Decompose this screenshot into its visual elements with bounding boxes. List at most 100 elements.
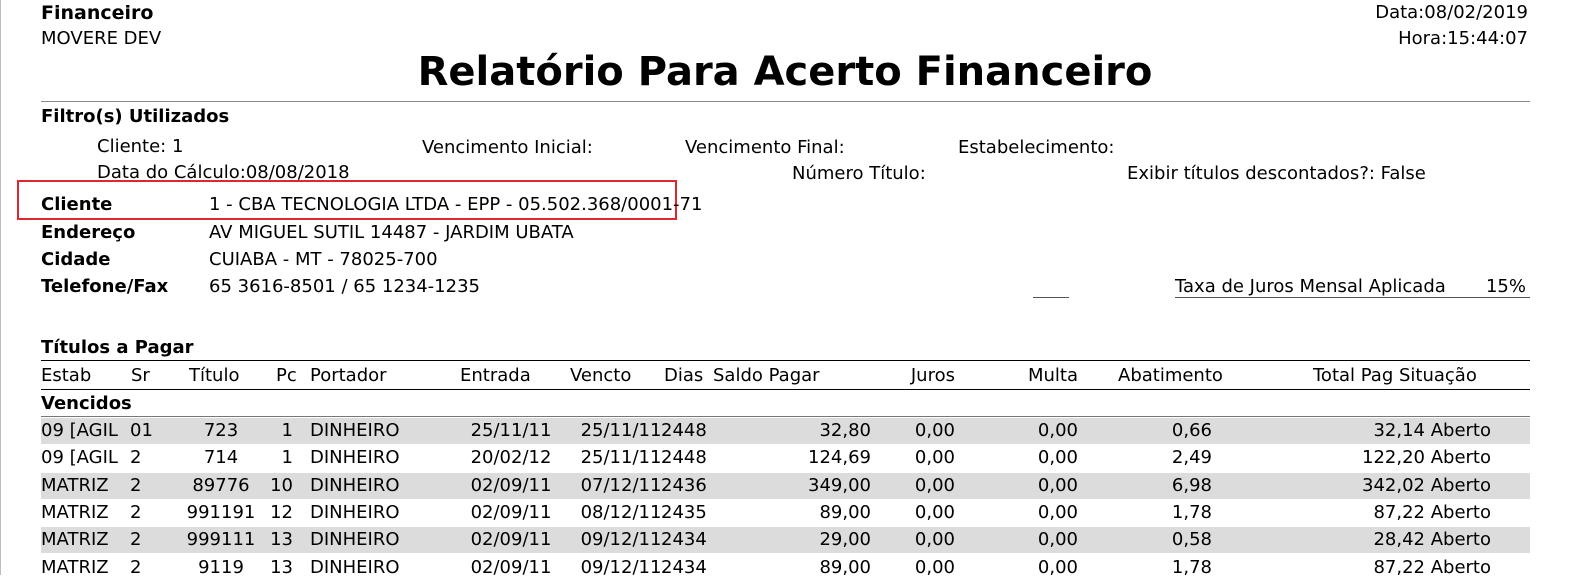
cell-juros: 0,00 bbox=[914, 474, 955, 496]
cell-abat: 6,98 bbox=[1171, 474, 1212, 496]
cell-estab: MATRIZ bbox=[41, 529, 109, 551]
cell-juros: 0,00 bbox=[914, 420, 955, 441]
cell-juros: 0,00 bbox=[914, 501, 955, 523]
cell-portador: DINHEIRO bbox=[310, 447, 400, 469]
group-line bbox=[41, 416, 1530, 417]
cell-dias: 2448 bbox=[661, 420, 707, 441]
cell-abat: 1,78 bbox=[1171, 556, 1212, 578]
cell-sr: 2 bbox=[130, 529, 142, 551]
cell-sr: 2 bbox=[130, 447, 142, 469]
cell-saldo: 29,00 bbox=[819, 529, 871, 551]
cell-saldo: 89,00 bbox=[819, 501, 871, 523]
col-juros: Juros bbox=[910, 365, 955, 386]
col-dias: Dias bbox=[664, 365, 704, 386]
underline-mark bbox=[1033, 297, 1069, 298]
city-label: Cidade bbox=[41, 249, 111, 270]
col-portador: Portador bbox=[310, 365, 387, 386]
report-title: Relatório Para Acerto Financeiro bbox=[417, 49, 1153, 95]
cell-entrada: 02/09/11 bbox=[470, 556, 552, 578]
cell-portador: DINHEIRO bbox=[310, 420, 400, 441]
table-row: MATRIZ 2 9119 13 DINHEIRO 02/09/11 09/12/11 243… bbox=[41, 555, 1530, 581]
client-value: 1 - CBA TECNOLOGIA LTDA - EPP - 05.502.3… bbox=[209, 194, 703, 215]
col-abatimento: Abatimento bbox=[1118, 365, 1223, 386]
cell-multa: 0,00 bbox=[1037, 556, 1078, 578]
col-entrada: Entrada bbox=[460, 365, 531, 386]
address-value: AV MIGUEL SUTIL 14487 - JARDIM UBATA bbox=[209, 222, 574, 243]
cell-entrada: 20/02/12 bbox=[470, 447, 552, 469]
cell-sr: 2 bbox=[130, 556, 142, 578]
cell-juros: 0,00 bbox=[914, 447, 955, 469]
cell-pc: 10 bbox=[270, 474, 293, 496]
cell-multa: 0,00 bbox=[1037, 474, 1078, 496]
phone-value: 65 3616-8501 / 65 1234-1235 bbox=[209, 276, 480, 297]
col-pc: Pc bbox=[276, 365, 297, 386]
section-title: Títulos a Pagar bbox=[41, 337, 194, 358]
cell-multa: 0,00 bbox=[1037, 501, 1078, 523]
cell-dias: 2448 bbox=[661, 447, 707, 469]
address-label: Endereço bbox=[41, 222, 136, 243]
cell-abat: 0,58 bbox=[1171, 529, 1212, 551]
module-name: Financeiro bbox=[41, 2, 154, 24]
cell-pc: 1 bbox=[281, 447, 293, 469]
cell-saldo: 124,69 bbox=[808, 447, 871, 469]
table-row: 09 [AGIL 01 723 1 DINHEIRO 25/11/11 25/11/11 24… bbox=[41, 418, 1530, 444]
cell-portador: DINHEIRO bbox=[310, 556, 400, 578]
cell-juros: 0,00 bbox=[914, 556, 955, 578]
table-row: MATRIZ 2 999111 13 DINHEIRO 02/09/11 09/12/11 2… bbox=[41, 527, 1530, 554]
report-date: Data:08/02/2019 bbox=[1375, 2, 1528, 23]
cell-multa: 0,00 bbox=[1037, 420, 1078, 441]
cell-total: 122,20 Aberto bbox=[1362, 447, 1491, 469]
client-label: Cliente bbox=[41, 194, 113, 215]
cell-pc: 13 bbox=[270, 556, 293, 578]
cell-portador: DINHEIRO bbox=[310, 501, 400, 523]
cell-estab: 09 [AGIL bbox=[41, 420, 118, 441]
filter-vencimento-final: Vencimento Final: bbox=[685, 137, 845, 158]
cell-saldo: 349,00 bbox=[808, 474, 871, 496]
cell-abat: 2,49 bbox=[1171, 447, 1212, 469]
cell-total: 342,02 Aberto bbox=[1362, 474, 1491, 496]
col-vencto: Vencto bbox=[570, 365, 632, 386]
cell-multa: 0,00 bbox=[1037, 529, 1078, 551]
cell-entrada: 02/09/11 bbox=[470, 529, 552, 551]
cell-saldo: 32,80 bbox=[819, 420, 871, 441]
cell-estab: MATRIZ bbox=[41, 474, 109, 496]
cell-sr: 2 bbox=[130, 501, 142, 523]
cell-total: 28,42 Aberto bbox=[1373, 529, 1491, 551]
table-row: 09 [AGIL 2 714 1 DINHEIRO 20/02/12 25/11/11 244… bbox=[41, 445, 1530, 471]
filter-numero-titulo: Número Título: bbox=[792, 163, 926, 184]
cell-pc: 13 bbox=[270, 529, 293, 551]
filter-cliente: Cliente: 1 bbox=[97, 136, 184, 157]
cell-portador: DINHEIRO bbox=[310, 474, 400, 496]
interest-rate-label: Taxa de Juros Mensal Aplicada bbox=[1175, 276, 1446, 297]
cell-entrada: 25/11/11 bbox=[470, 420, 552, 441]
cell-estab: MATRIZ bbox=[41, 556, 109, 578]
cell-sr: 01 bbox=[130, 420, 153, 441]
cell-abat: 0,66 bbox=[1171, 420, 1212, 441]
cell-pc: 12 bbox=[270, 501, 293, 523]
cell-saldo: 89,00 bbox=[819, 556, 871, 578]
phone-label: Telefone/Fax bbox=[41, 276, 169, 297]
col-sr: Sr bbox=[131, 365, 150, 386]
cell-total: 32,14 Aberto bbox=[1373, 420, 1491, 441]
cell-multa: 0,00 bbox=[1037, 447, 1078, 469]
city-value: CUIABA - MT - 78025-700 bbox=[209, 249, 438, 270]
header-bottom-line bbox=[41, 389, 1530, 390]
section-top-line bbox=[41, 360, 1530, 361]
cell-total: 87,22 Aberto bbox=[1373, 556, 1491, 578]
filters-heading: Filtro(s) Utilizados bbox=[41, 106, 230, 127]
report-time: Hora:15:44:07 bbox=[1398, 28, 1528, 49]
filter-estabelecimento: Estabelecimento: bbox=[958, 137, 1115, 158]
group-vencidos: Vencidos bbox=[41, 393, 132, 414]
cell-juros: 0,00 bbox=[914, 529, 955, 551]
col-estab: Estab bbox=[41, 365, 92, 386]
cell-dias: 2434 bbox=[661, 529, 707, 551]
cell-portador: DINHEIRO bbox=[310, 529, 400, 551]
cell-dias: 2436 bbox=[661, 474, 707, 496]
col-multa: Multa bbox=[1027, 365, 1078, 386]
cell-sr: 2 bbox=[130, 474, 142, 496]
company-name: MOVERE DEV bbox=[41, 28, 162, 49]
col-saldo: Saldo Pagar bbox=[713, 365, 820, 386]
rate-underline bbox=[1175, 297, 1530, 298]
cell-estab: MATRIZ bbox=[41, 501, 109, 523]
cell-estab: 09 [AGIL bbox=[41, 447, 118, 469]
